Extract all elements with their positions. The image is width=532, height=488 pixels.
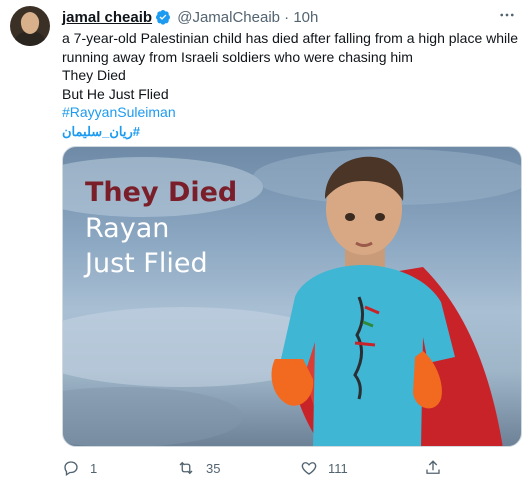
share-button[interactable] (424, 458, 452, 478)
like-count: 111 (328, 460, 348, 476)
like-button[interactable]: 111 (300, 458, 348, 478)
reply-button[interactable]: 1 (62, 458, 97, 478)
tweet-text-main: a 7-year-old Palestinian child has died … (62, 30, 519, 65)
avatar[interactable] (10, 6, 50, 46)
tweet-header: jamal cheaib @JamalCheaib · 10h (62, 8, 318, 31)
timestamp[interactable]: 10h (293, 9, 318, 26)
separator-dot: · (284, 9, 290, 26)
verified-badge-icon (155, 9, 171, 31)
media-caption-line3: Just Flied (85, 248, 208, 279)
reply-icon (64, 461, 78, 477)
more-options-icon[interactable] (496, 6, 518, 28)
author-handle[interactable]: @JamalCheaib (177, 9, 280, 26)
share-icon (426, 460, 440, 474)
media-caption-line2: Rayan (85, 213, 170, 244)
heart-icon (301, 462, 317, 475)
tweet-text-line3: But He Just Flied (62, 85, 169, 102)
tweet-card[interactable]: jamal cheaib @JamalCheaib · 10h a 7-year… (0, 0, 532, 488)
reply-count: 1 (90, 460, 98, 476)
tweet-body: a 7-year-old Palestinian child has died … (62, 29, 522, 141)
retweet-count: 35 (206, 460, 221, 476)
author-name[interactable]: jamal cheaib (62, 9, 152, 26)
tweet-media-image[interactable]: They Died Rayan Just Flied (62, 146, 522, 447)
tweet-actions: 1 35 111 (62, 458, 502, 478)
retweet-button[interactable]: 35 (176, 458, 220, 478)
hashtag-link-latin[interactable]: #RayyanSuleiman (62, 104, 176, 120)
tweet-text-line2: They Died (62, 67, 126, 83)
avatar-face (21, 12, 39, 34)
media-caption-line1: They Died (85, 177, 238, 208)
hashtag-link-arabic[interactable]: #ريان_سليمان (62, 124, 140, 139)
retweet-icon (179, 461, 193, 475)
avatar-suit (14, 32, 46, 46)
